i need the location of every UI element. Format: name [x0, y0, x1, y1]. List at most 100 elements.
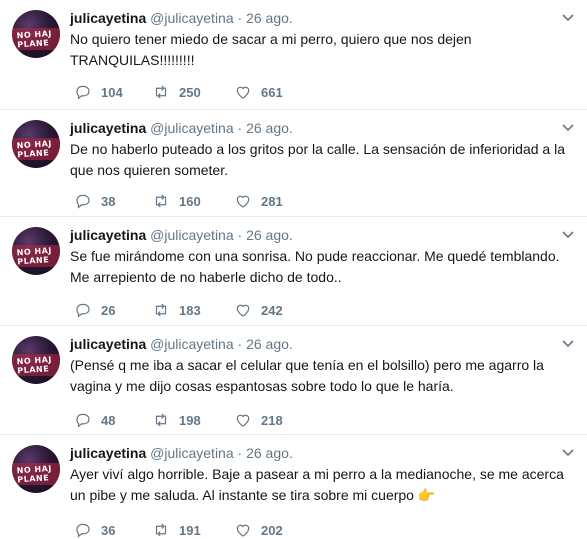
tweet[interactable]: NO HAJ PLANE julicayetina @julicayetina ·… — [0, 0, 587, 110]
tweet-text: (Pensé q me iba a sacar el celular que t… — [70, 357, 544, 394]
avatar[interactable]: NO HAJ PLANE — [12, 445, 60, 493]
heart-icon — [236, 304, 250, 317]
separator-dot: · — [237, 227, 243, 243]
display-name[interactable]: julicayetina — [70, 227, 146, 243]
reply-icon — [76, 194, 90, 209]
retweet-count: 191 — [179, 522, 201, 538]
tweet-actions: 104 250 661 — [70, 82, 470, 102]
tweet-date[interactable]: 26 ago. — [246, 445, 293, 461]
heart-icon — [236, 524, 250, 537]
like-button[interactable]: 281 — [234, 191, 283, 211]
separator-dot: · — [237, 120, 243, 136]
tweet-header: julicayetina @julicayetina · 26 ago. — [70, 443, 293, 463]
user-handle[interactable]: @julicayetina — [150, 10, 233, 26]
tweet[interactable]: NO HAJ PLANE julicayetina @julicayetina ·… — [0, 110, 587, 217]
avatar[interactable]: NO HAJ PLANE — [12, 227, 60, 275]
display-name[interactable]: julicayetina — [70, 336, 146, 352]
retweet-icon — [155, 303, 167, 317]
heart-icon — [236, 86, 250, 99]
tweet-actions: 26 183 242 — [70, 300, 470, 320]
reply-count: 104 — [101, 84, 123, 100]
display-name[interactable]: julicayetina — [70, 120, 146, 136]
like-count: 218 — [261, 412, 283, 428]
retweet-icon — [155, 523, 167, 537]
tweet-date[interactable]: 26 ago. — [246, 227, 293, 243]
tweet-header: julicayetina @julicayetina · 26 ago. — [70, 225, 293, 245]
retweet-icon — [155, 85, 167, 99]
avatar-lettering: NO HAJ PLANE — [16, 138, 53, 160]
display-name[interactable]: julicayetina — [70, 445, 146, 461]
tweet-actions: 38 160 281 — [70, 191, 470, 211]
like-button[interactable]: 661 — [234, 82, 283, 102]
reply-button[interactable]: 36 — [74, 520, 115, 539]
avatar-lettering: NO HAJ PLANE — [16, 245, 53, 267]
heart-icon — [236, 414, 250, 427]
tweet-text: No quiero tener miedo de sacar a mi perr… — [70, 31, 472, 68]
tweet[interactable]: NO HAJ PLANE julicayetina @julicayetina ·… — [0, 217, 587, 326]
like-count: 661 — [261, 84, 283, 100]
reply-button[interactable]: 48 — [74, 410, 115, 430]
tweet-header: julicayetina @julicayetina · 26 ago. — [70, 118, 293, 138]
like-button[interactable]: 242 — [234, 300, 283, 320]
user-handle[interactable]: @julicayetina — [150, 227, 233, 243]
retweet-icon — [155, 413, 167, 427]
avatar[interactable]: NO HAJ PLANE — [12, 336, 60, 384]
chevron-down-icon[interactable] — [561, 445, 575, 459]
reply-button[interactable]: 38 — [74, 191, 115, 211]
tweet-header: julicayetina @julicayetina · 26 ago. — [70, 334, 293, 354]
reply-icon — [76, 523, 90, 538]
retweet-button[interactable]: 198 — [152, 410, 201, 430]
reply-count: 48 — [101, 412, 116, 428]
tweet-actions: 48 198 218 — [70, 410, 470, 430]
retweet-count: 160 — [179, 193, 201, 209]
reply-icon — [76, 85, 90, 100]
avatar[interactable]: NO HAJ PLANE — [12, 120, 60, 168]
reply-button[interactable]: 104 — [74, 82, 123, 102]
chevron-down-icon[interactable] — [561, 336, 575, 350]
tweet-date[interactable]: 26 ago. — [246, 10, 293, 26]
avatar-lettering: NO HAJ PLANE — [16, 28, 53, 50]
avatar-lettering: NO HAJ PLANE — [16, 463, 53, 485]
retweet-count: 250 — [179, 84, 201, 100]
avatar[interactable]: NO HAJ PLANE — [12, 10, 60, 58]
user-handle[interactable]: @julicayetina — [150, 120, 233, 136]
like-button[interactable]: 218 — [234, 410, 283, 430]
tweet-text: Se fue mirándome con una sonrisa. No pud… — [70, 248, 560, 285]
tweet-text: De no haberlo puteado a los gritos por l… — [70, 141, 565, 178]
heart-icon — [236, 195, 250, 208]
tweet-text: Ayer viví algo horrible. Baje a pasear a… — [70, 464, 570, 506]
separator-dot: · — [237, 336, 243, 352]
display-name[interactable]: julicayetina — [70, 10, 146, 26]
retweet-icon — [155, 194, 167, 208]
reply-icon — [76, 303, 90, 318]
reply-button[interactable]: 26 — [74, 300, 115, 320]
reply-icon — [76, 413, 90, 428]
like-count: 202 — [261, 522, 283, 538]
user-handle[interactable]: @julicayetina — [150, 445, 233, 461]
retweet-button[interactable]: 183 — [152, 300, 201, 320]
tweet-date[interactable]: 26 ago. — [246, 120, 293, 136]
reply-count: 38 — [101, 193, 116, 209]
retweet-button[interactable]: 250 — [152, 82, 201, 102]
tweet-actions: 36 191 202 — [70, 520, 470, 539]
tweet[interactable]: NO HAJ PLANE julicayetina @julicayetina ·… — [0, 435, 587, 539]
chevron-down-icon[interactable] — [561, 10, 575, 24]
reply-count: 36 — [101, 522, 116, 538]
avatar-lettering: NO HAJ PLANE — [16, 354, 53, 376]
tweet-header: julicayetina @julicayetina · 26 ago. — [70, 8, 293, 28]
tweet[interactable]: NO HAJ PLANE julicayetina @julicayetina ·… — [0, 326, 587, 435]
retweet-button[interactable]: 191 — [152, 520, 201, 539]
retweet-count: 183 — [179, 302, 201, 318]
timeline: NO HAJ PLANE julicayetina @julicayetina ·… — [0, 0, 587, 539]
tweet-date[interactable]: 26 ago. — [246, 336, 293, 352]
separator-dot: · — [237, 445, 243, 461]
chevron-down-icon[interactable] — [561, 227, 575, 241]
user-handle[interactable]: @julicayetina — [150, 336, 233, 352]
separator-dot: · — [237, 10, 243, 26]
reply-count: 26 — [101, 302, 116, 318]
retweet-count: 198 — [179, 412, 201, 428]
chevron-down-icon[interactable] — [561, 120, 575, 134]
like-button[interactable]: 202 — [234, 520, 283, 539]
like-count: 281 — [261, 193, 283, 209]
retweet-button[interactable]: 160 — [152, 191, 201, 211]
